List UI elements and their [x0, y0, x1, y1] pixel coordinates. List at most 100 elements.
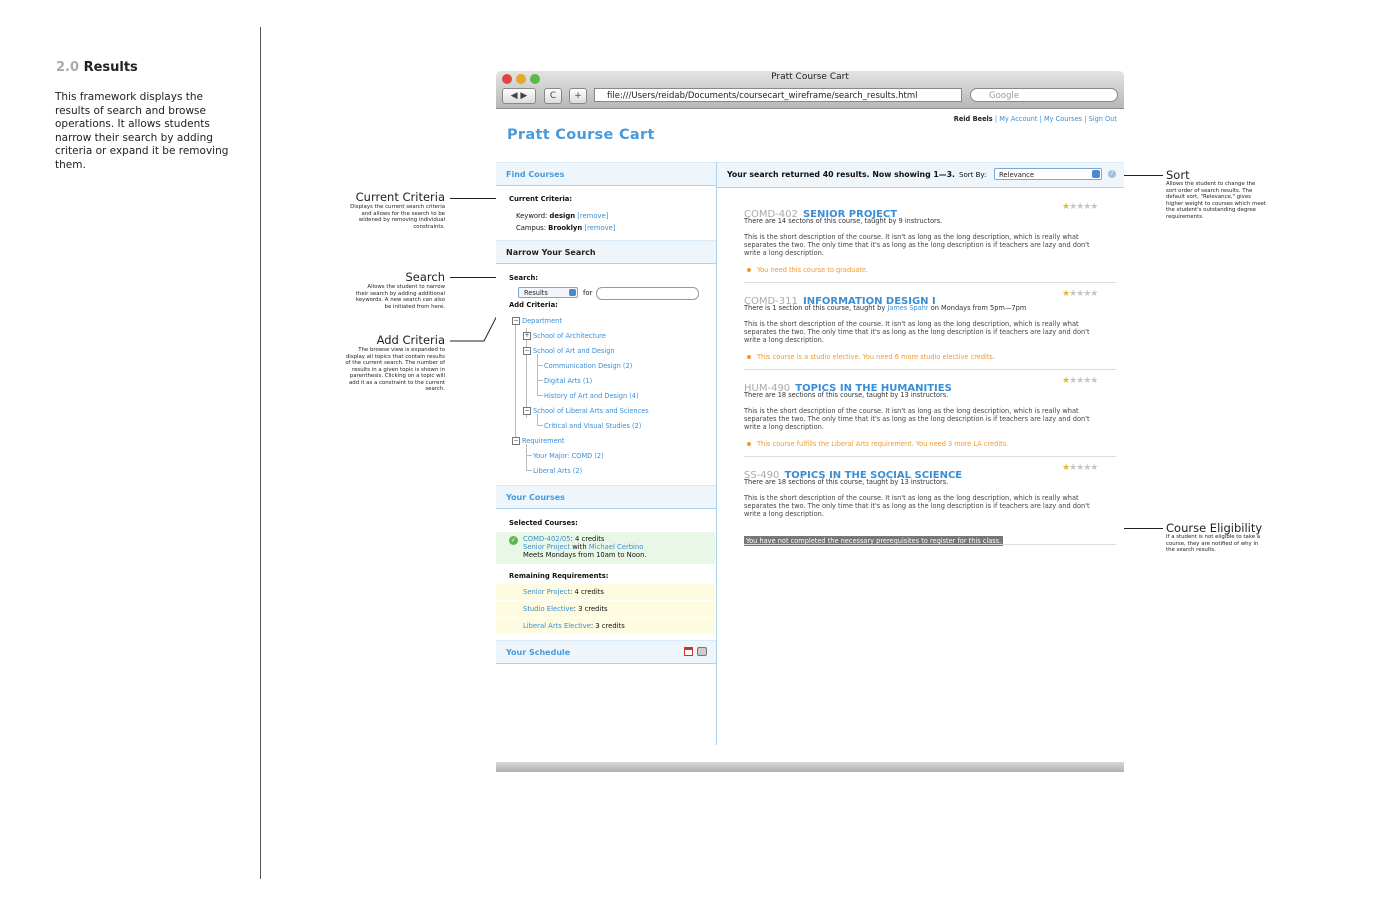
tree-critical-visual-studies[interactable]: Critical and Visual Studies (2) — [544, 422, 641, 430]
add-criteria-label: Add Criteria: — [509, 301, 558, 309]
remove-campus-link[interactable]: [remove] — [584, 224, 615, 232]
course-description: This is the short description of the cou… — [744, 233, 1090, 257]
calendar-icon[interactable] — [684, 647, 693, 656]
divider — [744, 282, 1116, 283]
tree-line — [526, 470, 532, 471]
expand-architecture-icon[interactable]: + — [523, 332, 531, 340]
tree-department[interactable]: Department — [522, 317, 562, 325]
rating-stars[interactable]: ★★★★★ — [1062, 289, 1098, 299]
requirement-item[interactable]: Liberal Arts Elective: 3 credits — [496, 618, 715, 634]
annotation-leader-line — [450, 277, 498, 278]
bullet-icon — [747, 268, 751, 272]
find-courses-header[interactable]: Find Courses — [496, 162, 716, 186]
user-links: Reid Beels | My Account | My Courses | S… — [954, 115, 1117, 123]
add-bookmark-button[interactable]: + — [569, 88, 587, 104]
annotation-add-criteria-title: Add Criteria — [376, 333, 445, 347]
web-search-field[interactable]: Google — [970, 88, 1118, 102]
course-note: This course is a studio elective. You ne… — [747, 353, 995, 361]
help-icon[interactable]: ? — [1108, 170, 1116, 178]
window-title: Pratt Course Cart — [771, 72, 849, 82]
my-courses-link[interactable]: My Courses — [1044, 115, 1082, 123]
rating-stars[interactable]: ★★★★★ — [1062, 202, 1098, 212]
tree-school-architecture[interactable]: School of Architecture — [533, 332, 606, 340]
select-arrow-icon — [1092, 170, 1100, 178]
tree-liberal-arts[interactable]: Liberal Arts (2) — [533, 467, 582, 475]
browser-status-bar — [496, 762, 1124, 772]
print-icon[interactable] — [697, 647, 707, 656]
bullet-icon — [747, 442, 751, 446]
tree-history-art-design[interactable]: History of Art and Design (4) — [544, 392, 639, 400]
course-meta: There are 18 sections of this course, ta… — [744, 391, 949, 399]
annotation-current-criteria-title: Current Criteria — [355, 190, 445, 204]
criteria-campus: Campus: Brooklyn [remove] — [516, 224, 616, 232]
results-header: Your search returned 40 results. Now sho… — [717, 162, 1124, 188]
course-meta: There are 14 sectons of this course, tau… — [744, 217, 943, 225]
requirement-item[interactable]: Studio Elective: 3 credits — [496, 601, 715, 617]
divider — [744, 456, 1116, 457]
selected-course-meets: Meets Mondays from 10am to Noon. — [523, 551, 647, 559]
course-meta: There is 1 section of this course, taugh… — [744, 304, 1027, 312]
narrow-search-header: Narrow Your Search — [496, 240, 716, 264]
collapse-art-design-icon[interactable]: − — [523, 347, 531, 355]
tree-line — [526, 455, 532, 456]
tree-line — [537, 395, 543, 396]
tree-school-liberal-arts[interactable]: School of Liberal Arts and Sciences — [533, 407, 649, 415]
tree-communication-design[interactable]: Communication Design (2) — [544, 362, 632, 370]
tree-requirement[interactable]: Requirement — [522, 437, 564, 445]
my-account-link[interactable]: My Account — [999, 115, 1037, 123]
remaining-requirements-label: Remaining Requirements: — [509, 572, 609, 580]
divider — [744, 369, 1116, 370]
search-scope-select[interactable]: Results — [518, 287, 578, 298]
selected-course-code[interactable]: COMD-402/05 — [523, 535, 571, 543]
annotation-add-criteria-body: The browse view is expanded to display a… — [345, 347, 445, 392]
sign-out-link[interactable]: Sign Out — [1089, 115, 1117, 123]
tree-your-major[interactable]: Your Major: COMD (2) — [533, 452, 604, 460]
results-summary: Your search returned 40 results. Now sho… — [727, 170, 955, 179]
page-content: Reid Beels | My Account | My Courses | S… — [496, 109, 1124, 762]
current-criteria-label: Current Criteria: — [509, 195, 573, 203]
tree-line — [537, 414, 538, 425]
tree-line — [526, 444, 527, 470]
tree-line — [537, 365, 543, 366]
doc-description: This framework displays the results of s… — [55, 91, 229, 171]
annotation-leader-line — [450, 198, 498, 199]
collapse-department-icon[interactable]: − — [512, 317, 520, 325]
annotation-search-body: Allows the student to narrow their searc… — [355, 284, 445, 310]
browser-window: Pratt Course Cart ◀ ▶ C + file:///Users/… — [496, 71, 1124, 772]
doc-divider — [260, 27, 261, 879]
collapse-requirement-icon[interactable]: − — [512, 437, 520, 445]
tree-school-art-design[interactable]: School of Art and Design — [533, 347, 615, 355]
search-input[interactable] — [596, 287, 699, 300]
your-courses-header[interactable]: Your Courses — [496, 485, 716, 509]
selected-course-title[interactable]: Senior Project — [523, 543, 570, 551]
back-forward-button[interactable]: ◀ ▶ — [502, 88, 536, 104]
search-for-label: for — [583, 289, 593, 297]
course-note: You need this course to graduate. — [747, 266, 868, 274]
sidebar: Find Courses Current Criteria: Keyword: … — [496, 162, 717, 745]
rating-stars[interactable]: ★★★★★ — [1062, 463, 1098, 473]
user-name: Reid Beels — [953, 115, 993, 123]
bullet-icon — [747, 355, 751, 359]
annotation-search-title: Search — [405, 270, 445, 284]
sort-select[interactable]: Relevance — [994, 168, 1102, 180]
requirement-item[interactable]: Senior Project: 4 credits — [496, 584, 715, 600]
tree-line — [537, 380, 543, 381]
instructor-link[interactable]: James Spahr — [887, 304, 928, 312]
tree-digital-arts[interactable]: Digital Arts (1) — [544, 377, 592, 385]
check-icon: ✓ — [509, 536, 518, 545]
annotation-sort-body: Allows the student to change the sort or… — [1166, 181, 1266, 220]
your-schedule-header[interactable]: Your Schedule — [496, 640, 716, 664]
collapse-liberal-arts-icon[interactable]: − — [523, 407, 531, 415]
brand-title[interactable]: Pratt Course Cart — [507, 127, 655, 143]
selected-courses-label: Selected Courses: — [509, 519, 578, 527]
address-bar[interactable]: file:///Users/reidab/Documents/coursecar… — [594, 88, 962, 102]
annotation-current-criteria-body: Displays the current search criteria and… — [350, 204, 445, 230]
selected-course-instructor[interactable]: Michael Cerbino — [589, 543, 644, 551]
course-description: This is the short description of the cou… — [744, 407, 1090, 431]
course-description: This is the short description of the cou… — [744, 320, 1090, 344]
criteria-keyword: Keyword: design [remove] — [516, 212, 609, 220]
reload-button[interactable]: C — [544, 88, 562, 104]
rating-stars[interactable]: ★★★★★ — [1062, 376, 1098, 386]
selected-course-item[interactable]: ✓ COMD-402/05: 4 credits Senior Project … — [496, 532, 715, 564]
remove-keyword-link[interactable]: [remove] — [577, 212, 608, 220]
